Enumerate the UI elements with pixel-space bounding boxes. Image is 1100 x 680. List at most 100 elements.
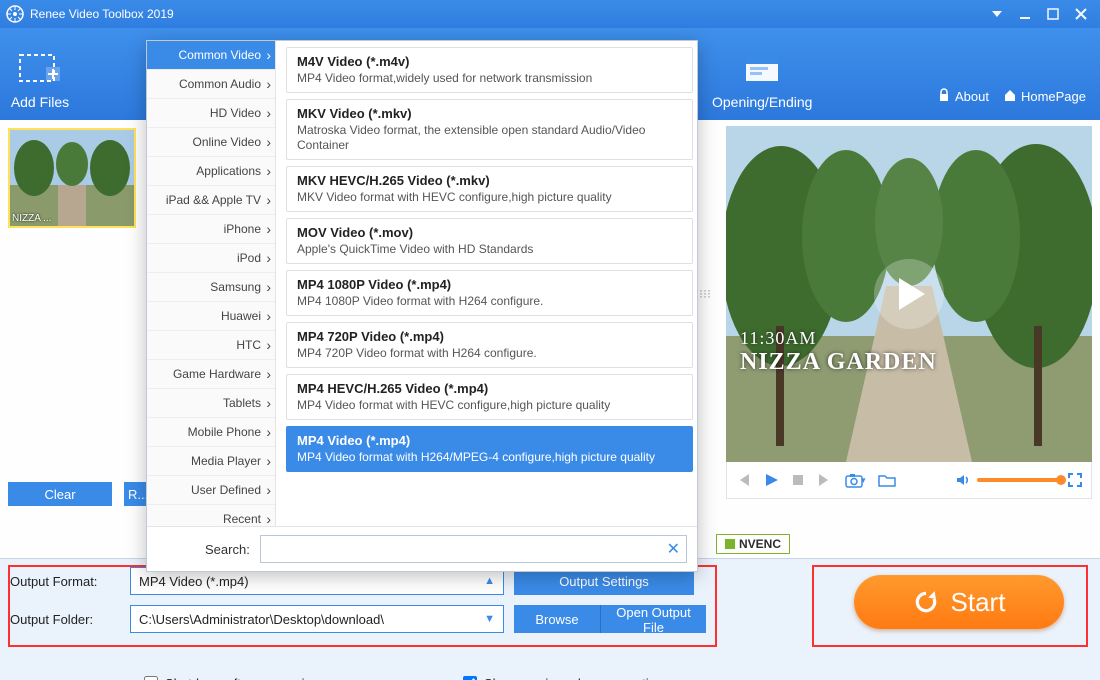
lock-icon (937, 88, 951, 105)
stop-icon[interactable] (791, 473, 805, 487)
browse-button[interactable]: Browse (514, 605, 600, 633)
format-desc: MP4 Video format,widely used for network… (297, 71, 682, 86)
format-item[interactable]: MP4 720P Video (*.mp4)MP4 720P Video for… (286, 322, 693, 368)
folder-icon[interactable] (878, 472, 896, 488)
format-title: MP4 1080P Video (*.mp4) (297, 277, 682, 292)
category-item[interactable]: iPod (147, 244, 275, 273)
вол-slider[interactable] (977, 478, 1061, 482)
category-item[interactable]: Media Player (147, 447, 275, 476)
close-icon[interactable] (1074, 7, 1088, 21)
maximize-icon[interactable] (1046, 7, 1060, 21)
category-item[interactable]: User Defined (147, 476, 275, 505)
format-item[interactable]: MKV HEVC/H.265 Video (*.mkv)MKV Video fo… (286, 166, 693, 212)
category-item[interactable]: iPad && Apple TV (147, 186, 275, 215)
file-thumbnail[interactable]: NIZZA ... (8, 128, 136, 228)
snapshot-icon[interactable]: ▾ (845, 472, 866, 488)
format-item[interactable]: MP4 1080P Video (*.mp4) MP4 1080P Video f… (286, 270, 693, 316)
format-desc: MP4 Video format with HEVC configure,hig… (297, 398, 682, 413)
minimize-icon[interactable] (1018, 7, 1032, 21)
category-item[interactable]: Samsung (147, 273, 275, 302)
search-input[interactable] (261, 542, 686, 557)
category-item[interactable]: Recent (147, 505, 275, 526)
format-item[interactable]: MP4 HEVC/H.265 Video (*.mp4) MP4 Video fo… (286, 374, 693, 420)
output-folder-combo[interactable]: C:\Users\Administrator\Desktop\download\… (130, 605, 504, 633)
chevron-up-icon: ▲ (484, 575, 495, 587)
shutdown-label: Shutdown after conversion (165, 676, 319, 680)
format-title: MKV Video (*.mkv) (297, 106, 682, 121)
format-desc: MP4 Video format with H264/MPEG-4 config… (297, 450, 682, 465)
category-list[interactable]: Common VideoCommon AudioHD VideoOnline V… (147, 41, 276, 526)
format-item[interactable]: M4V Video (*.m4v) MP4 Video format,widely… (286, 47, 693, 93)
start-label: Start (951, 587, 1006, 618)
r-button-truncated[interactable]: R... (124, 482, 146, 506)
category-item[interactable]: Huawei (147, 302, 275, 331)
shutdown-input[interactable] (144, 676, 158, 680)
format-title: MOV Video (*.mov) (297, 225, 682, 240)
format-title: MP4 HEVC/H.265 Video (*.mp4) (297, 381, 682, 396)
thumb-caption: NIZZA ... (12, 213, 51, 224)
output-folder-label: Output Folder: (10, 612, 130, 627)
clear-button[interactable]: Clear (8, 482, 112, 506)
chevron-down-icon: ▼ (484, 613, 495, 625)
prev-track-icon[interactable] (735, 472, 751, 488)
preview-video[interactable]: 11:30AM NIZZA GARDEN (726, 126, 1092, 462)
content-area: NIZZA ... Clear R... Common VideoCommon … (0, 120, 1100, 558)
format-dropdown-panel: Common VideoCommon AudioHD VideoOnline V… (146, 40, 698, 572)
clear-search-icon[interactable]: ✕ (667, 539, 680, 559)
app-logo-icon (6, 5, 24, 23)
about-link[interactable]: About (937, 88, 989, 105)
format-desc: MKV Video format with HEVC configure,hig… (297, 190, 682, 205)
format-title: M4V Video (*.m4v) (297, 54, 682, 69)
search-label: Search: (205, 542, 250, 557)
fullscreen-icon[interactable] (1067, 472, 1083, 488)
category-item[interactable]: HD Video (147, 99, 275, 128)
next-track-icon[interactable] (817, 472, 833, 488)
opening-ending-button[interactable]: Opening/Ending (712, 50, 812, 110)
category-item[interactable]: Common Audio (147, 70, 275, 99)
thumb-scene (10, 130, 134, 226)
start-button[interactable]: Start (854, 575, 1064, 629)
format-title: MP4 Video (*.mp4) (297, 433, 682, 448)
category-item[interactable]: Game Hardware (147, 360, 275, 389)
format-desc: Matroska Video format, the extensible op… (297, 123, 682, 153)
format-list[interactable]: M4V Video (*.m4v) MP4 Video format,widely… (276, 41, 697, 526)
shutdown-checkbox[interactable]: Shutdown after conversion (140, 673, 319, 680)
category-item[interactable]: iPhone (147, 215, 275, 244)
add-files-label: Add Files (11, 94, 69, 110)
category-item[interactable]: HTC (147, 331, 275, 360)
open-output-file-button[interactable]: Open Output File (600, 605, 706, 633)
format-item[interactable]: MP4 Video (*.mp4) MP4 Video format with H… (286, 426, 693, 472)
category-item[interactable]: Mobile Phone (147, 418, 275, 447)
window-dropdown-icon[interactable] (990, 7, 1004, 21)
nvenc-label: NVENC (739, 537, 781, 551)
output-format-value: MP4 Video (*.mp4) (139, 574, 249, 589)
preview-place: NIZZA GARDEN (740, 349, 937, 376)
titlebar: Renee Video Toolbox 2019 (0, 0, 1100, 28)
format-desc: MP4 1080P Video format with H264 configu… (297, 294, 682, 309)
file-list: NIZZA ... (8, 128, 136, 228)
opening-ending-label: Opening/Ending (712, 94, 812, 110)
preview-label: Show preview when converting (484, 676, 663, 680)
format-item[interactable]: MOV Video (*.mov)Apple's QuickTime Video… (286, 218, 693, 264)
category-item[interactable]: Tablets (147, 389, 275, 418)
add-files-button[interactable]: Add Files (10, 50, 70, 110)
refresh-icon (913, 589, 939, 615)
home-icon (1003, 88, 1017, 105)
splitter-grip[interactable]: ········· (700, 278, 710, 308)
preview-controls: ▾ (726, 462, 1092, 499)
category-item[interactable]: Applications (147, 157, 275, 186)
category-item[interactable]: Online Video (147, 128, 275, 157)
play-overlay-icon[interactable] (874, 259, 944, 329)
play-icon[interactable] (763, 472, 779, 488)
homepage-link[interactable]: HomePage (1003, 88, 1086, 105)
output-format-label: Output Format: (10, 574, 130, 589)
opening-ending-icon (742, 50, 782, 90)
category-item[interactable]: Common Video (147, 41, 275, 70)
app-window: Renee Video Toolbox 2019 Add Files Openi… (0, 0, 1100, 680)
preview-checkbox[interactable]: Show preview when converting (459, 673, 663, 680)
preview-time: 11:30AM (740, 328, 937, 349)
volume-icon[interactable] (955, 472, 971, 488)
format-item[interactable]: MKV Video (*.mkv) Matroska Video format, … (286, 99, 693, 160)
app-title: Renee Video Toolbox 2019 (30, 7, 174, 21)
preview-input[interactable] (463, 676, 477, 680)
